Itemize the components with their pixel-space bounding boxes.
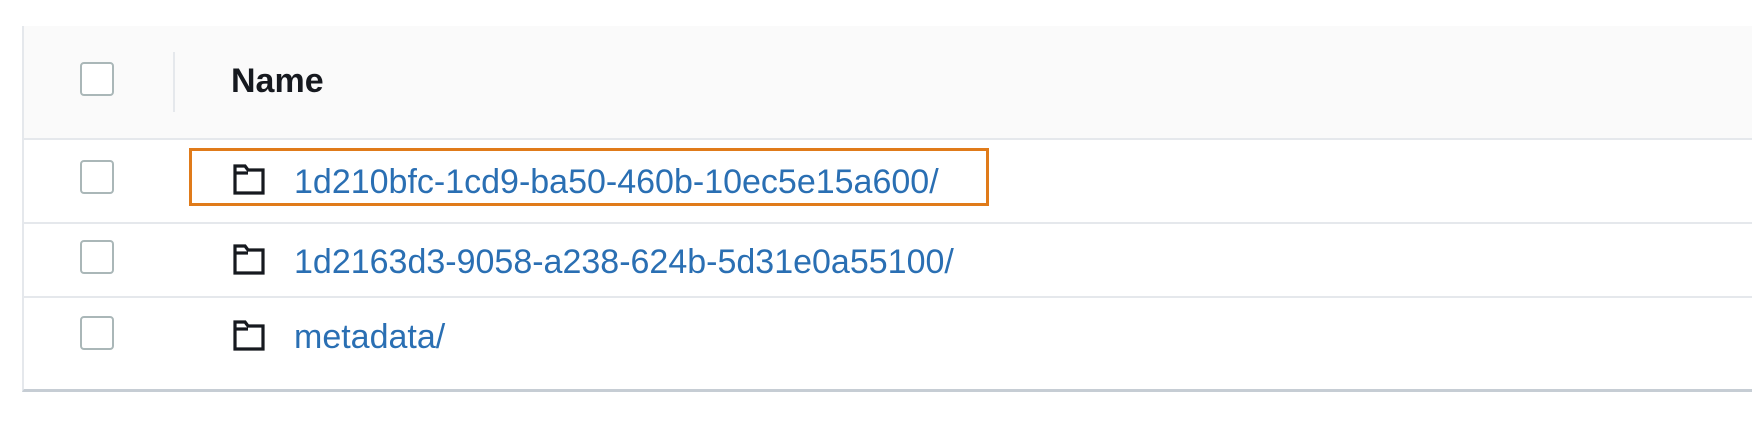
table-row: metadata/ <box>24 298 1752 373</box>
row-checkbox[interactable] <box>80 240 114 274</box>
row-checkbox[interactable] <box>80 160 114 194</box>
folder-link[interactable]: 1d210bfc-1cd9-ba50-460b-10ec5e15a600/ <box>294 162 939 202</box>
table-row: 1d2163d3-9058-a238-624b-5d31e0a55100/ <box>24 224 1752 298</box>
name-column-header[interactable]: Name <box>231 64 324 98</box>
table-row: 1d210bfc-1cd9-ba50-460b-10ec5e15a600/ <box>24 140 1752 224</box>
folder-link[interactable]: 1d2163d3-9058-a238-624b-5d31e0a55100/ <box>294 242 954 282</box>
row-checkbox[interactable] <box>80 316 114 350</box>
select-all-checkbox[interactable] <box>80 62 114 96</box>
objects-table: Name 1d210bfc-1cd9-ba50-460b-10ec5e15a60… <box>22 26 1752 392</box>
header-column-divider[interactable] <box>173 52 175 112</box>
folder-icon <box>233 164 265 195</box>
folder-icon <box>233 320 265 351</box>
folder-icon <box>233 244 265 275</box>
folder-link[interactable]: metadata/ <box>294 317 445 357</box>
table-header-row: Name <box>24 26 1752 140</box>
